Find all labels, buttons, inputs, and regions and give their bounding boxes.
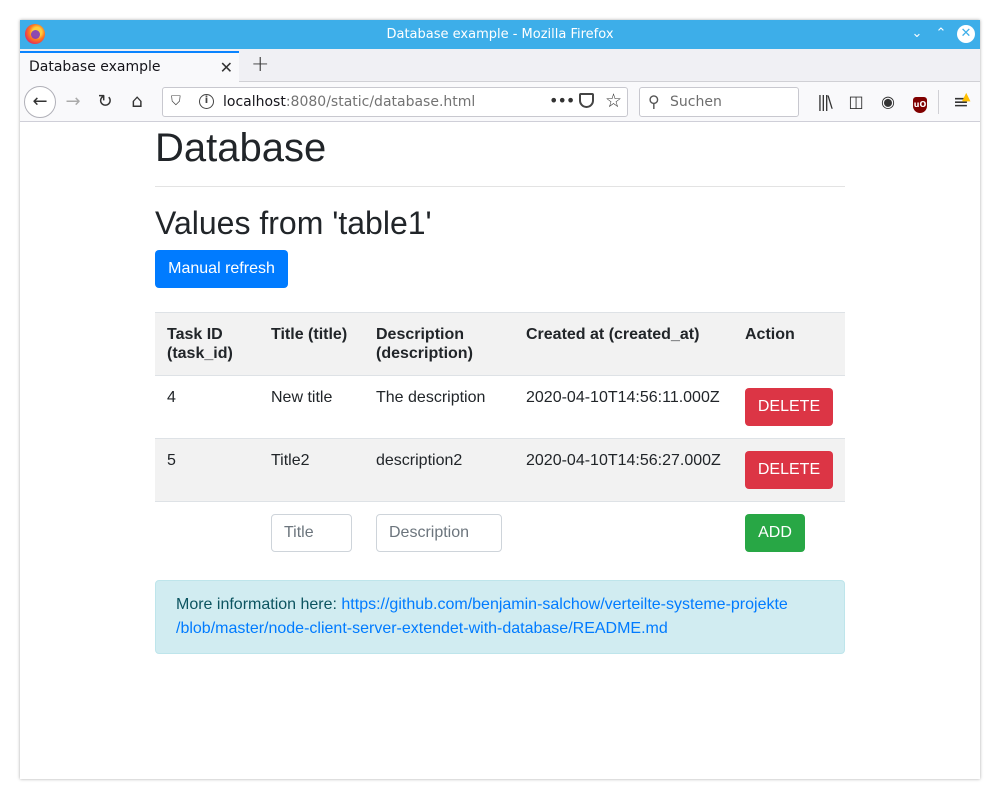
- search-placeholder: Suchen: [670, 94, 722, 110]
- library-icon[interactable]: |||\: [812, 90, 836, 114]
- ublock-origin-icon[interactable]: uO: [908, 90, 932, 114]
- site-info-icon[interactable]: i: [199, 94, 214, 109]
- cell-task-id: 4: [167, 389, 176, 406]
- info-text: More information here:: [176, 596, 342, 613]
- cell-created-at: 2020-04-10T14:56:11.000Z: [526, 389, 720, 406]
- header-title: Title (title): [271, 326, 348, 343]
- title-input[interactable]: [271, 514, 352, 552]
- header-action: Action: [745, 326, 795, 343]
- tab-database-example[interactable]: Database example ✕: [20, 51, 239, 82]
- url-host: localhost: [223, 94, 286, 110]
- update-warning-icon: ▲: [962, 90, 971, 103]
- readme-link-part-2: /blob/master/node-client-server-extendet…: [176, 620, 668, 637]
- url-bar[interactable]: ⛉ i localhost:8080/static/database.html …: [162, 87, 628, 117]
- title-bar: Database example - Mozilla Firefox ⌄ ⌃ ✕: [20, 20, 980, 49]
- search-box[interactable]: ⚲ Suchen: [639, 87, 799, 117]
- back-button[interactable]: ←: [24, 86, 56, 118]
- tab-strip: Database example ✕ +: [20, 49, 980, 82]
- window-title: Database example - Mozilla Firefox: [386, 27, 614, 42]
- cell-title: Title2: [271, 452, 310, 469]
- home-button[interactable]: ⌂: [123, 88, 151, 116]
- cell-description: description2: [376, 452, 463, 469]
- url-text[interactable]: localhost:8080/static/database.html: [223, 94, 475, 110]
- page-content: Database Values from 'table1' Manual ref…: [20, 123, 980, 779]
- cell-task-id: 5: [167, 452, 176, 469]
- divider: [155, 186, 845, 187]
- section-title: Values from 'table1': [155, 205, 432, 241]
- hamburger-menu-icon[interactable]: ≡ ▲: [949, 90, 973, 114]
- manual-refresh-button[interactable]: Manual refresh: [155, 250, 288, 288]
- search-icon: ⚲: [648, 92, 660, 111]
- bookmark-star-icon[interactable]: ☆: [605, 90, 622, 112]
- header-created-at: Created at (created_at): [526, 326, 700, 343]
- toolbar-separator: [938, 90, 939, 114]
- new-tab-button[interactable]: +: [251, 52, 269, 77]
- readme-link-part-1: https://github.com/benjamin-salchow/vert…: [341, 596, 788, 613]
- cell-title: New title: [271, 389, 333, 406]
- table-row: 5 Title2 description2 2020-04-10T14:56:2…: [155, 438, 845, 501]
- browser-window: Database example - Mozilla Firefox ⌄ ⌃ ✕…: [20, 20, 980, 779]
- delete-button[interactable]: DELETE: [745, 388, 833, 426]
- page-title: Database: [155, 126, 327, 170]
- url-path: :8080/static/database.html: [285, 94, 476, 110]
- forward-button[interactable]: →: [59, 88, 87, 116]
- delete-button[interactable]: DELETE: [745, 451, 833, 489]
- table-row: 4 New title The description 2020-04-10T1…: [155, 375, 845, 438]
- description-input[interactable]: [376, 514, 502, 552]
- sidebar-icon[interactable]: ◫: [844, 90, 868, 114]
- header-task-id: Task ID (task_id): [167, 326, 233, 362]
- header-description: Description (description): [376, 326, 473, 362]
- maximize-icon[interactable]: ⌃: [932, 25, 950, 43]
- tab-label: Database example: [29, 59, 161, 75]
- cell-created-at: 2020-04-10T14:56:27.000Z: [526, 452, 721, 469]
- navigation-bar: ← → ↻ ⌂ ⛉ i localhost:8080/static/databa…: [20, 82, 980, 122]
- reload-button[interactable]: ↻: [91, 88, 119, 116]
- add-button[interactable]: ADD: [745, 514, 805, 552]
- close-window-icon[interactable]: ✕: [957, 25, 975, 43]
- page-actions-icon[interactable]: •••: [549, 91, 575, 110]
- cell-description: The description: [376, 389, 486, 406]
- tracking-shield-icon[interactable]: ⛉: [171, 94, 181, 109]
- new-task-row: ADD: [155, 501, 845, 568]
- account-icon[interactable]: ◉: [876, 90, 900, 114]
- info-alert: More information here: https://github.co…: [155, 580, 845, 654]
- close-tab-icon[interactable]: ✕: [220, 58, 233, 77]
- table-header-row: Task ID (task_id) Title (title) Descript…: [155, 312, 845, 375]
- minimize-icon[interactable]: ⌄: [908, 25, 926, 43]
- pocket-icon[interactable]: [579, 93, 594, 108]
